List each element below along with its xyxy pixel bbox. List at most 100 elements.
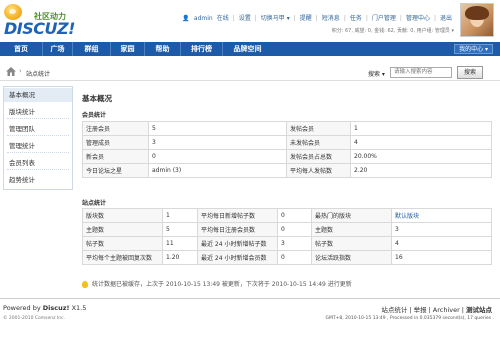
search-type-select[interactable]: 搜索 ▾ bbox=[368, 69, 385, 78]
sidebar-item-forums[interactable]: 版块统计 bbox=[4, 105, 72, 119]
table-cell: 今日论坛之星 bbox=[82, 163, 149, 178]
search-input[interactable]: 请输入搜索内容 bbox=[390, 67, 452, 78]
table-row: 版块数 1 平均每日新增帖子数 0 最热门的版块 默认版块 bbox=[82, 208, 492, 223]
tasks-link[interactable]: 任务 bbox=[350, 15, 362, 22]
table-cell: 发帖会员 bbox=[286, 121, 351, 136]
table-cell: 主题数 bbox=[82, 222, 163, 237]
table-row: 主题数 5 平均每日注册会员数 0 主题数 3 bbox=[82, 222, 492, 237]
discuz-link[interactable]: Discuz! bbox=[43, 304, 70, 312]
sidebar-item-members[interactable]: 会员列表 bbox=[4, 156, 72, 170]
table-cell: 平均每日注册会员数 bbox=[197, 222, 278, 237]
table-cell: 0 bbox=[277, 250, 312, 265]
table-cell: 最近 24 小时新增帖子数 bbox=[197, 236, 278, 251]
table-cell: 平均每日新增帖子数 bbox=[197, 208, 278, 223]
table-cell: 4 bbox=[391, 236, 492, 251]
table-cell: 4 bbox=[350, 135, 492, 150]
my-center-button[interactable]: 我的中心 ▾ bbox=[454, 44, 493, 54]
table-cell: 1 bbox=[162, 208, 198, 223]
admin-center-link[interactable]: 管理中心 bbox=[406, 15, 430, 22]
user-toolbar: 👤 admin 在线 | 设置 | 切换马甲 ▾ | 提醒 | 短消息 | 任务 | 门户管理 | 管理中心 | 退… bbox=[182, 15, 452, 22]
hottest-forum-link[interactable]: 默认版块 bbox=[395, 213, 419, 220]
table-cell: 0 bbox=[277, 208, 312, 223]
user-icon: 👤 bbox=[182, 15, 190, 22]
table-row: 平均每个主题被回复次数 1.20 最近 24 小时新增会员数 0 论坛活跃指数 … bbox=[82, 250, 492, 265]
sidebar-item-label: 基本概况 bbox=[9, 91, 35, 99]
copyright: © 2001-2010 Comsenz Inc. bbox=[3, 316, 66, 321]
settings-link[interactable]: 设置 bbox=[239, 15, 251, 22]
processing-info: GMT+8, 2010-10-15 13:49 , Processed in 0… bbox=[325, 316, 495, 321]
powered-prefix: Powered by bbox=[3, 304, 41, 312]
update-note-text: 统计数据已被缓存，上次于 2010-10-15 13:49 被更新，下次将于 2… bbox=[92, 281, 352, 288]
footer-divider bbox=[0, 298, 500, 299]
table-cell: 版块数 bbox=[82, 208, 163, 223]
table-cell: 注册会员 bbox=[82, 121, 149, 136]
cache-update-note: 统计数据已被缓存，上次于 2010-10-15 13:49 被更新，下次将于 2… bbox=[82, 279, 352, 288]
forum-stats-table: 版块数 1 平均每日新增帖子数 0 最热门的版块 默认版块 主题数 5 平均每日… bbox=[82, 208, 492, 265]
sidebar-item-trends[interactable]: 趋势统计 bbox=[4, 173, 72, 187]
nav-home[interactable]: 首页 bbox=[0, 42, 42, 56]
nav-plaza[interactable]: 广场 bbox=[42, 42, 72, 56]
table-cell: 2.20 bbox=[350, 163, 492, 178]
table-cell: 3 bbox=[391, 222, 492, 237]
table-cell: 5 bbox=[162, 222, 198, 237]
logout-link[interactable]: 退出 bbox=[440, 15, 452, 22]
messages-link[interactable]: 短消息 bbox=[322, 15, 340, 22]
username-link[interactable]: admin bbox=[194, 15, 213, 22]
sidebar-item-label: 趋势统计 bbox=[9, 176, 35, 184]
table-cell: 1.20 bbox=[162, 250, 198, 265]
table-cell: 1 bbox=[350, 121, 492, 136]
table-cell: 16 bbox=[391, 250, 492, 265]
logo[interactable]: 社区动力 DISCUZ! bbox=[4, 4, 75, 38]
notify-link[interactable]: 提醒 bbox=[300, 15, 312, 22]
credits-summary[interactable]: 积分: 67, 威望: 0, 金钱: 62, 贡献: 0, 用户组: 管理员 ▾ bbox=[332, 27, 454, 34]
online-status: 在线 bbox=[216, 15, 229, 22]
table-cell: 0 bbox=[148, 149, 287, 164]
nav-brand-space[interactable]: 品牌空间 bbox=[222, 42, 272, 56]
table-cell: 最热门的版块 bbox=[311, 208, 392, 223]
sidebar-item-label: 管理统计 bbox=[9, 142, 35, 150]
table-cell: 5 bbox=[148, 121, 287, 136]
search-button[interactable]: 搜索 bbox=[457, 66, 483, 79]
footer-site-link[interactable]: 测试站点 bbox=[466, 306, 492, 314]
sidebar-item-label: 管理团队 bbox=[9, 125, 35, 133]
forum-section-title: 站点统计 bbox=[82, 200, 107, 207]
table-cell: 主题数 bbox=[311, 222, 392, 237]
footer-archiver-link[interactable]: Archiver bbox=[433, 306, 460, 314]
sidebar: 基本概况 版块统计 管理团队 管理统计 会员列表 趋势统计 bbox=[3, 86, 73, 190]
table-cell: 论坛活跃指数 bbox=[311, 250, 392, 265]
table-row: 新会员 0 发帖会员占总数 20.00% bbox=[82, 149, 492, 164]
toolbar: › 站点统计 搜索 ▾ 请输入搜索内容 搜索 bbox=[0, 64, 500, 81]
page-title: 基本概况 bbox=[82, 94, 112, 103]
nav-home-space[interactable]: 家园 bbox=[110, 42, 144, 56]
table-cell: 3 bbox=[277, 236, 312, 251]
sidebar-item-label: 会员列表 bbox=[9, 159, 35, 167]
table-cell: 平均每个主题被回复次数 bbox=[82, 250, 163, 265]
sidebar-item-label: 版块统计 bbox=[9, 108, 35, 116]
table-row: 帖子数 11 最近 24 小时新增帖子数 3 帖子数 4 bbox=[82, 236, 492, 251]
nav-ranking[interactable]: 排行榜 bbox=[180, 42, 222, 56]
avatar[interactable] bbox=[460, 3, 494, 37]
table-cell: 3 bbox=[148, 135, 287, 150]
table-row: 注册会员 5 发帖会员 1 bbox=[82, 121, 492, 136]
home-icon[interactable] bbox=[6, 67, 16, 76]
sidebar-item-overview[interactable]: 基本概况 bbox=[4, 88, 72, 102]
table-cell: 发帖会员占总数 bbox=[286, 149, 351, 164]
table-cell: 最近 24 小时新增会员数 bbox=[197, 250, 278, 265]
sidebar-item-team[interactable]: 管理团队 bbox=[4, 122, 72, 136]
table-cell: 帖子数 bbox=[311, 236, 392, 251]
table-cell: 20.00% bbox=[350, 149, 492, 164]
footer-report-link[interactable]: 举报 bbox=[414, 306, 427, 314]
switch-account-link[interactable]: 切换马甲 ▾ bbox=[261, 15, 290, 22]
nav-help[interactable]: 帮助 bbox=[144, 42, 180, 56]
chevron-right-icon: › bbox=[19, 67, 22, 75]
nav-groups[interactable]: 群组 bbox=[72, 42, 110, 56]
members-table: 注册会员 5 发帖会员 1 管理成员 3 未发帖会员 4 新会员 0 发帖会员占… bbox=[82, 121, 492, 178]
header: 社区动力 DISCUZ! 👤 admin 在线 | 设置 | 切换马甲 ▾ | 提醒 | 短消息 | 任… bbox=[0, 0, 500, 40]
footer-stats-link[interactable]: 站点统计 bbox=[381, 306, 407, 314]
logo-bubble-icon bbox=[4, 4, 22, 20]
table-cell: 帖子数 bbox=[82, 236, 163, 251]
portal-admin-link[interactable]: 门户管理 bbox=[372, 15, 396, 22]
sidebar-item-admin-stats[interactable]: 管理统计 bbox=[4, 139, 72, 153]
lightbulb-icon bbox=[82, 281, 88, 288]
forum-star-link[interactable]: admin (3) bbox=[148, 163, 287, 178]
